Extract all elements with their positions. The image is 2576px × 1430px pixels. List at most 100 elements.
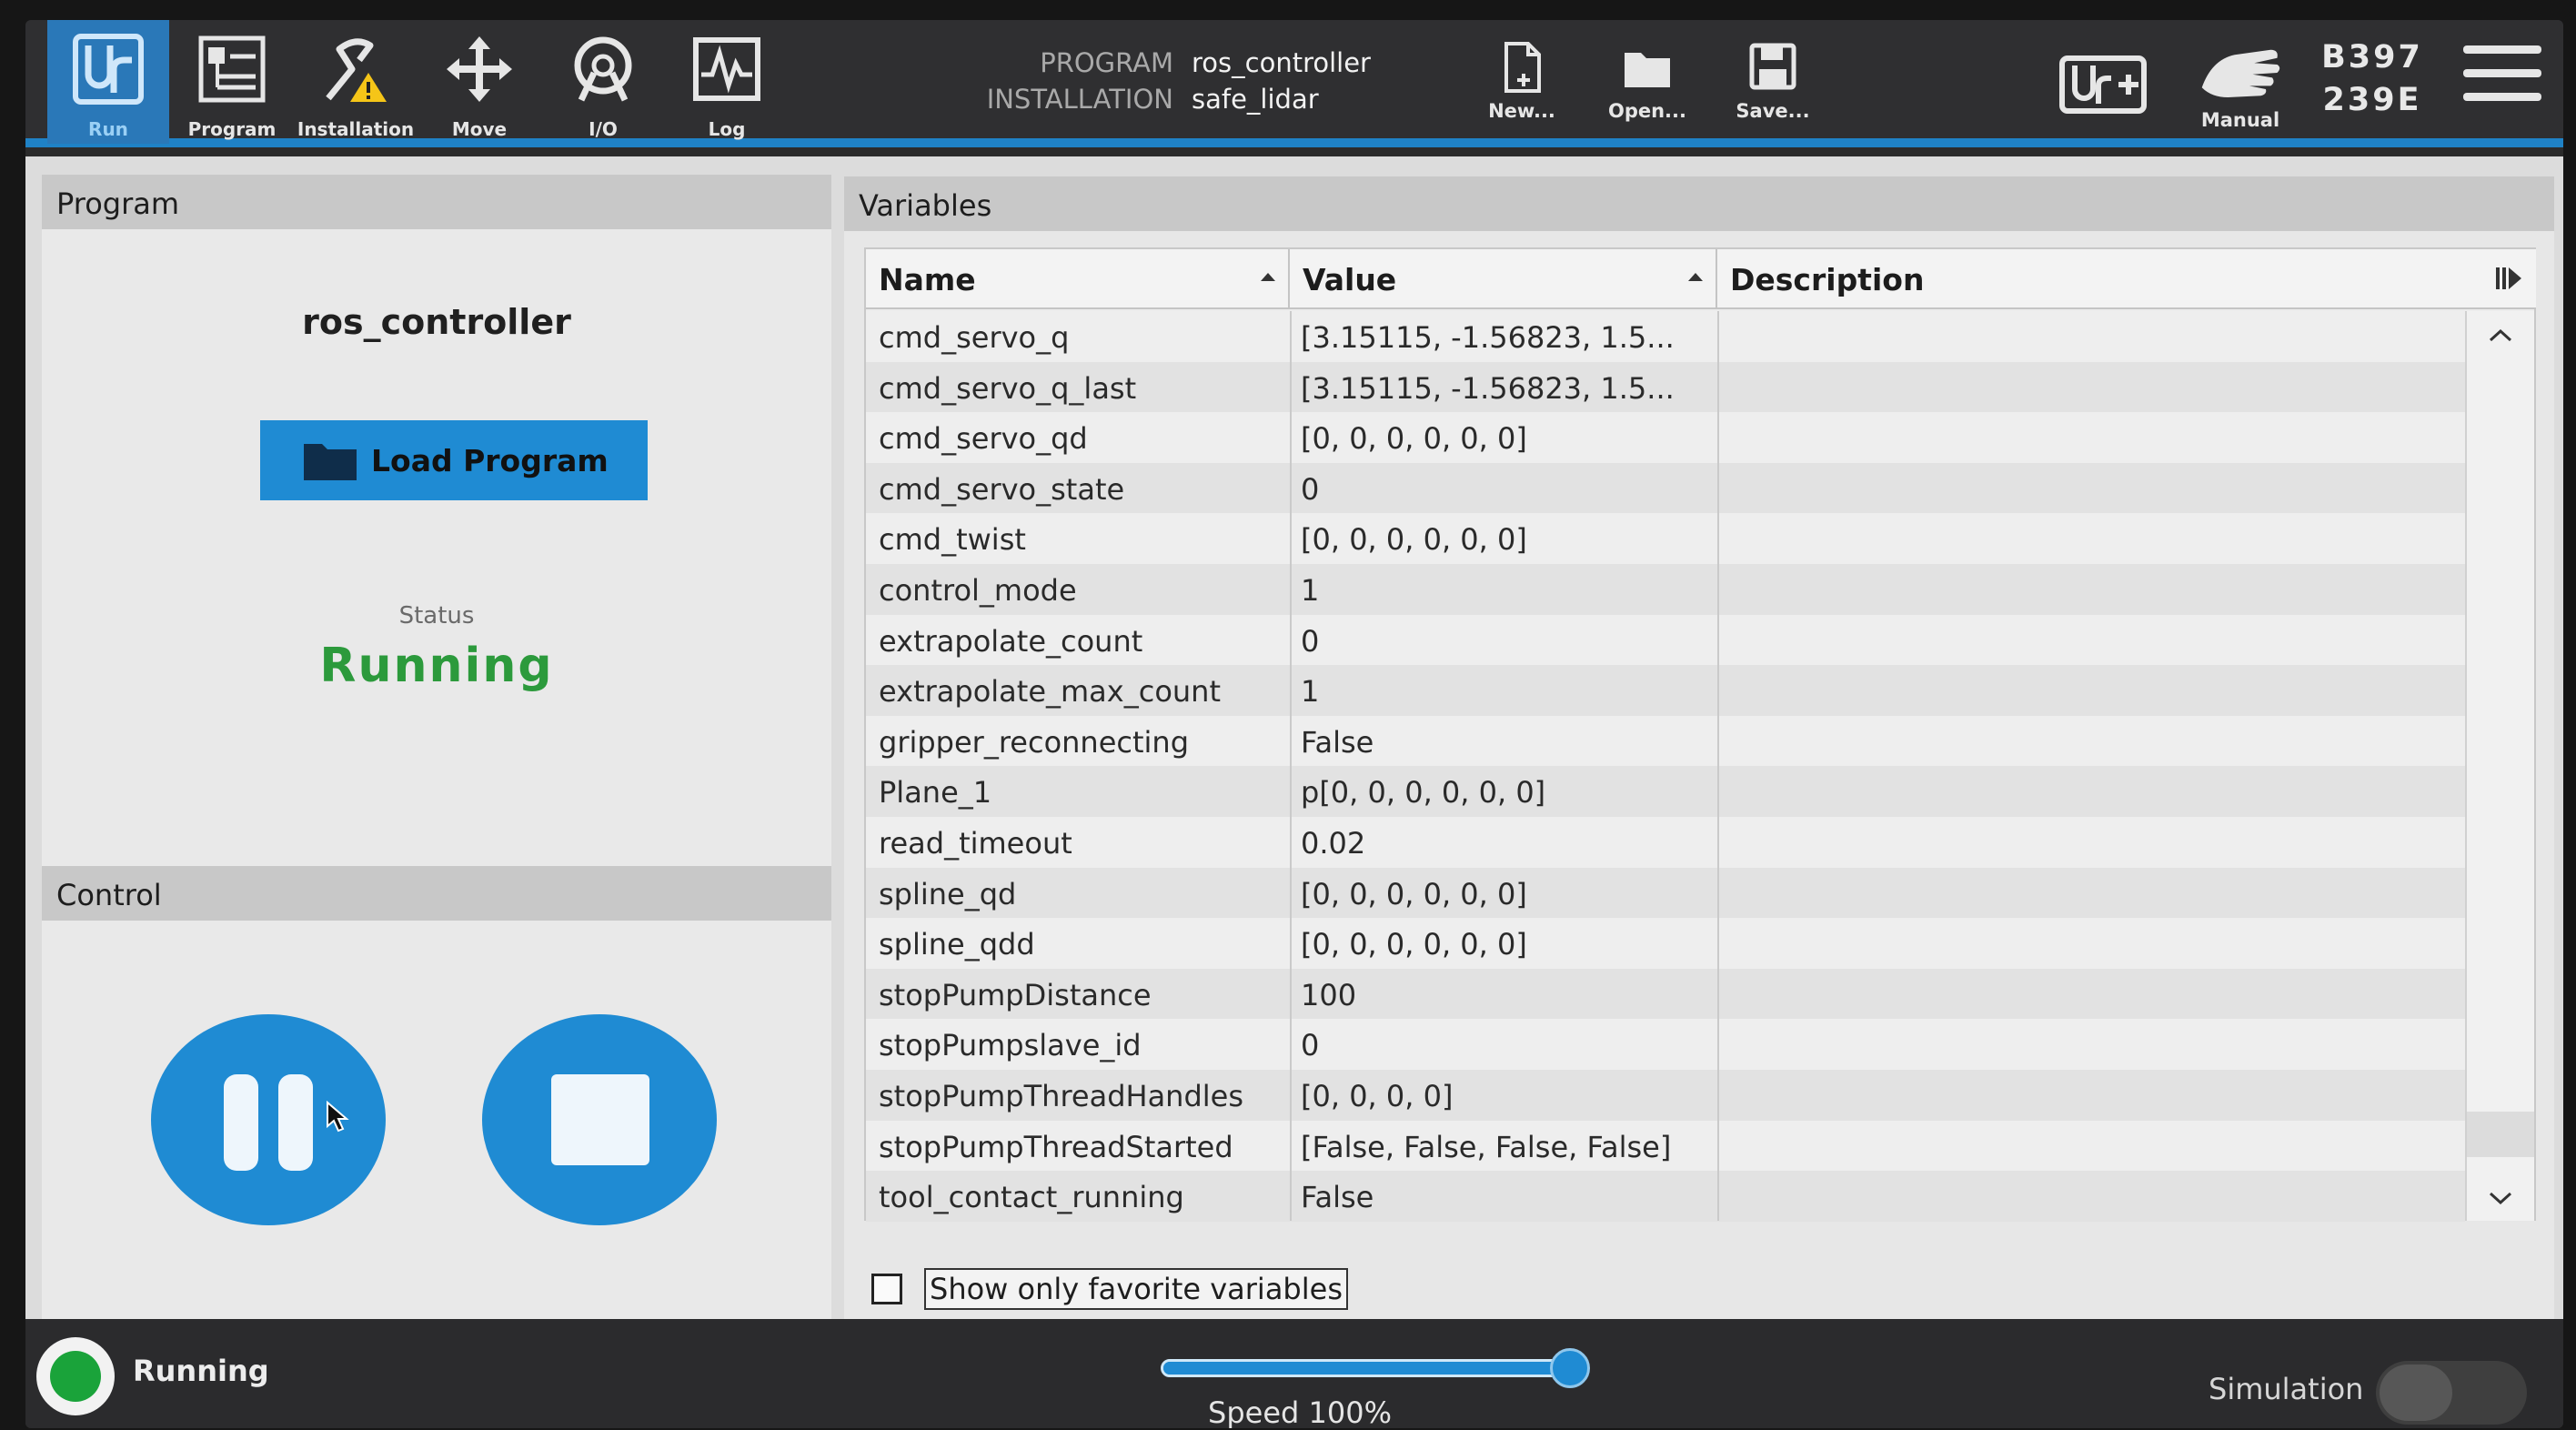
table-body: cmd_servo_q [3.15115, -1.56823, 1.5... cmd… xyxy=(866,311,2465,1222)
main-content: Program ros_controller Load Program Stat… xyxy=(25,156,2563,1339)
table-row[interactable]: spline_qd [0, 0, 0, 0, 0, 0] xyxy=(866,867,2465,919)
variable-value: [0, 0, 0, 0, 0, 0] xyxy=(1301,876,1527,911)
tab-run[interactable]: Run xyxy=(47,20,169,144)
tab-program[interactable]: Program xyxy=(171,20,293,144)
open-button[interactable]: Open... xyxy=(1597,40,1697,140)
new-label: New... xyxy=(1488,100,1555,122)
tab-log[interactable]: Log xyxy=(666,20,788,144)
robot-id-line2: 239E xyxy=(2322,82,2422,118)
pause-button[interactable] xyxy=(151,1014,386,1225)
variable-name: stopPumpDistance xyxy=(879,977,1152,1012)
running-indicator-icon xyxy=(36,1337,115,1415)
variable-value: 1 xyxy=(1301,572,1320,608)
chevron-up-icon[interactable] xyxy=(2485,320,2516,351)
column-divider xyxy=(1290,311,1292,1221)
stop-button[interactable] xyxy=(482,1014,717,1225)
new-button[interactable]: New... xyxy=(1472,40,1572,140)
variable-name: Plane_1 xyxy=(879,775,992,811)
variable-name: cmd_servo_q_last xyxy=(879,370,1137,406)
variable-value: [0, 0, 0, 0] xyxy=(1301,1078,1454,1113)
robot-serial: B397 239E xyxy=(2304,36,2440,122)
variable-name: cmd_servo_state xyxy=(879,471,1125,507)
urplus-icon[interactable] xyxy=(2058,53,2158,116)
variable-name: spline_qdd xyxy=(879,927,1035,962)
control-panel-header: Control xyxy=(42,866,831,921)
table-row[interactable]: Plane_1 p[0, 0, 0, 0, 0, 0] xyxy=(866,766,2465,817)
installation-icon xyxy=(326,38,387,102)
table-row[interactable]: read_timeout 0.02 xyxy=(866,816,2465,868)
variables-panel-header: Variables xyxy=(844,176,2554,231)
variables-table: Name Value Description cmd_servo_q [3.15… xyxy=(864,247,2536,1222)
column-header-description[interactable]: Description xyxy=(1717,249,2536,309)
sort-ascending-icon xyxy=(1261,273,1275,281)
speed-slider-handle[interactable] xyxy=(1550,1348,1590,1388)
top-navigation-bar: Run Program Installation Move I/O Log PR… xyxy=(25,20,2563,147)
speed-slider-track[interactable] xyxy=(1161,1359,1570,1377)
hand-icon xyxy=(2201,49,2280,97)
save-button[interactable]: Save... xyxy=(1723,40,1823,140)
chevron-down-icon[interactable] xyxy=(2485,1183,2516,1213)
table-row[interactable]: cmd_servo_state 0 xyxy=(866,462,2465,514)
table-row[interactable]: control_mode 1 xyxy=(866,563,2465,615)
variable-value: p[0, 0, 0, 0, 0, 0] xyxy=(1301,775,1546,811)
table-scrollbar[interactable] xyxy=(2465,311,2534,1221)
installation-key: INSTALLATION xyxy=(986,84,1173,115)
sort-ascending-icon xyxy=(1688,273,1703,281)
speed-slider-fill xyxy=(1163,1362,1567,1375)
table-row[interactable]: cmd_servo_q_last [3.15115, -1.56823, 1.5.… xyxy=(866,361,2465,413)
variable-value: False xyxy=(1301,1180,1374,1215)
variable-value: [0, 0, 0, 0, 0, 0] xyxy=(1301,927,1527,962)
robot-id-line1: B397 xyxy=(2321,39,2423,76)
hamburger-menu-icon[interactable] xyxy=(2463,45,2541,111)
folder-icon xyxy=(1625,53,1670,87)
variable-name: extrapolate_max_count xyxy=(879,674,1221,710)
expand-panel-icon[interactable] xyxy=(2494,262,2527,295)
new-file-icon xyxy=(1504,42,1541,93)
table-row[interactable]: cmd_servo_qd [0, 0, 0, 0, 0, 0] xyxy=(866,412,2465,463)
mouse-cursor-icon xyxy=(327,1101,349,1133)
variable-name: stopPumpThreadStarted xyxy=(879,1129,1233,1164)
simulation-toggle[interactable] xyxy=(2376,1361,2527,1425)
table-row[interactable]: stopPumpDistance 100 xyxy=(866,968,2465,1020)
variables-panel: Variables Name Value Description cmd_ser… xyxy=(844,176,2554,1327)
variable-name: tool_contact_running xyxy=(879,1180,1184,1215)
load-program-button[interactable]: Load Program xyxy=(260,420,648,500)
column-header-value[interactable]: Value xyxy=(1290,249,1717,309)
teach-pendant-screen: Run Program Installation Move I/O Log PR… xyxy=(25,20,2563,1428)
variable-name: cmd_servo_q xyxy=(879,320,1070,355)
favorites-label[interactable]: Show only favorite variables xyxy=(924,1268,1348,1310)
variable-name: read_timeout xyxy=(879,825,1072,861)
table-row[interactable]: cmd_servo_q [3.15115, -1.56823, 1.5... xyxy=(866,311,2465,362)
tab-move-label: Move xyxy=(451,118,508,140)
variable-value: 100 xyxy=(1301,977,1357,1012)
table-row[interactable]: extrapolate_max_count 1 xyxy=(866,665,2465,716)
table-header: Name Value Description xyxy=(866,249,2536,309)
tab-io-label: I/O xyxy=(589,118,618,140)
tab-move[interactable]: Move xyxy=(418,20,540,144)
tab-io[interactable]: I/O xyxy=(542,20,664,144)
move-icon xyxy=(447,36,512,102)
program-panel-header: Program xyxy=(42,175,831,229)
favorites-checkbox[interactable] xyxy=(871,1274,902,1304)
tab-installation[interactable]: Installation xyxy=(295,20,417,144)
column-header-name[interactable]: Name xyxy=(866,249,1290,309)
variable-value: 0.02 xyxy=(1301,825,1366,861)
status-value: Running xyxy=(319,639,554,693)
table-row[interactable]: stopPumpThreadStarted [False, False, Fals… xyxy=(866,1120,2465,1172)
manual-label: Manual xyxy=(2200,109,2280,131)
table-row[interactable]: spline_qdd [0, 0, 0, 0, 0, 0] xyxy=(866,918,2465,969)
variable-name: stopPumpslave_id xyxy=(879,1028,1142,1063)
table-row[interactable]: stopPumpslave_id 0 xyxy=(866,1019,2465,1070)
table-row[interactable]: stopPumpThreadHandles [0, 0, 0, 0] xyxy=(866,1069,2465,1121)
table-row[interactable]: tool_contact_running False xyxy=(866,1171,2465,1222)
speed-text: Speed 100% xyxy=(1208,1395,1392,1428)
variable-value: 0 xyxy=(1301,1028,1320,1063)
tab-run-label: Run xyxy=(88,118,128,140)
variable-name: cmd_twist xyxy=(879,522,1026,558)
column-description-label: Description xyxy=(1730,262,1925,297)
table-row[interactable]: extrapolate_count 0 xyxy=(866,614,2465,666)
table-row[interactable]: gripper_reconnecting False xyxy=(866,715,2465,767)
scroll-thumb[interactable] xyxy=(2467,1112,2534,1157)
table-row[interactable]: cmd_twist [0, 0, 0, 0, 0, 0] xyxy=(866,513,2465,564)
manual-mode-button[interactable]: Manual xyxy=(2190,40,2290,149)
